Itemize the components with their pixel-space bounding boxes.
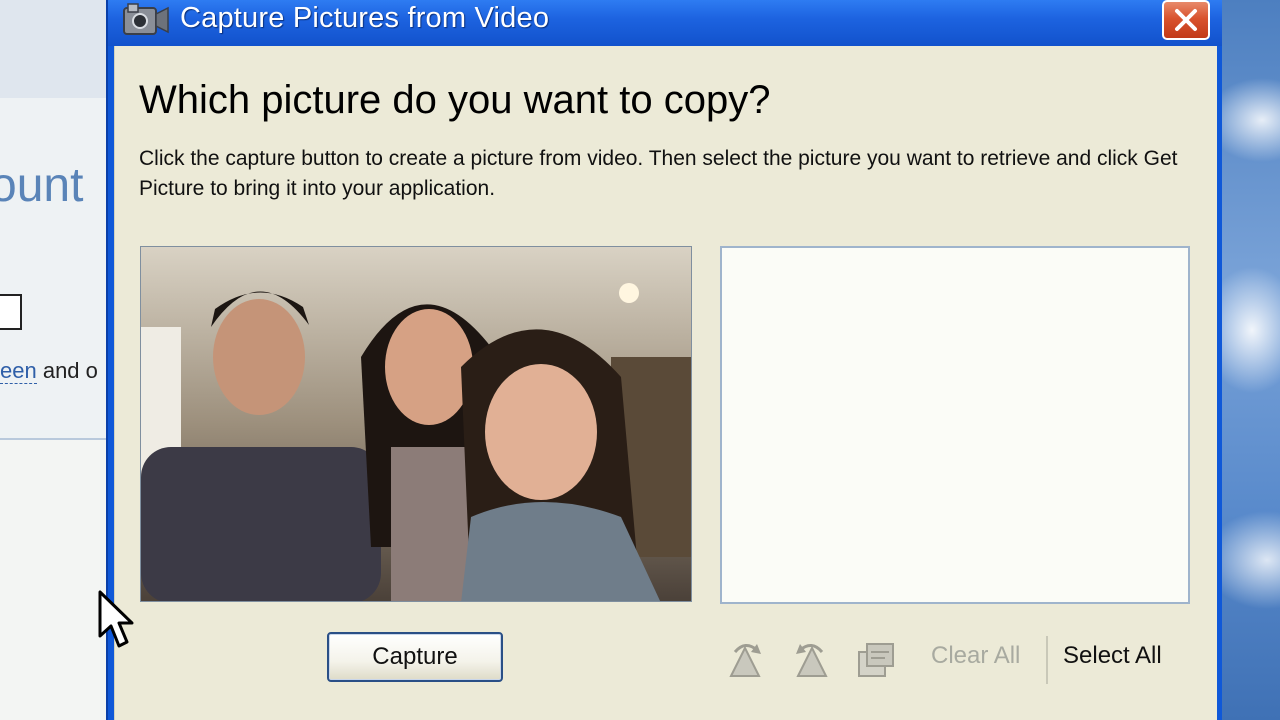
dialog-instructions: Click the capture button to create a pic… <box>139 147 1178 200</box>
background-window: ount een and o <box>0 0 112 720</box>
capture-dialog: Capture Pictures from Video Which pictur… <box>108 0 1222 720</box>
mouse-cursor-icon <box>98 590 134 648</box>
camera-app-icon <box>120 0 172 36</box>
close-button[interactable] <box>1162 0 1210 40</box>
toolbar-divider <box>1046 636 1048 684</box>
background-window-heading: ount <box>0 159 84 212</box>
rotate-right-icon[interactable] <box>725 640 767 680</box>
window-title: Capture Pictures from Video <box>180 2 550 34</box>
dialog-client-area: Which picture do you want to copy? Click… <box>114 46 1217 720</box>
title-bar[interactable]: Capture Pictures from Video <box>108 0 1222 46</box>
video-frame-image <box>141 247 691 601</box>
capture-button[interactable]: Capture <box>327 632 503 682</box>
properties-icon[interactable] <box>855 640 897 680</box>
background-window-panel <box>0 98 112 440</box>
background-window-text-fragment: and o <box>36 358 98 383</box>
close-icon <box>1175 9 1197 31</box>
select-all-button[interactable]: Select All <box>1063 642 1162 670</box>
background-window-checkbox[interactable] <box>0 294 22 330</box>
desktop-background <box>1222 0 1280 720</box>
background-window-text: een and o <box>0 358 98 384</box>
rotate-left-icon[interactable] <box>790 640 832 680</box>
background-window-link[interactable]: een <box>0 358 37 384</box>
captured-pictures-list[interactable] <box>720 246 1190 604</box>
clear-all-button[interactable]: Clear All <box>931 642 1020 670</box>
dialog-heading: Which picture do you want to copy? <box>139 78 771 122</box>
video-preview <box>140 246 692 602</box>
background-window-header <box>0 0 112 98</box>
